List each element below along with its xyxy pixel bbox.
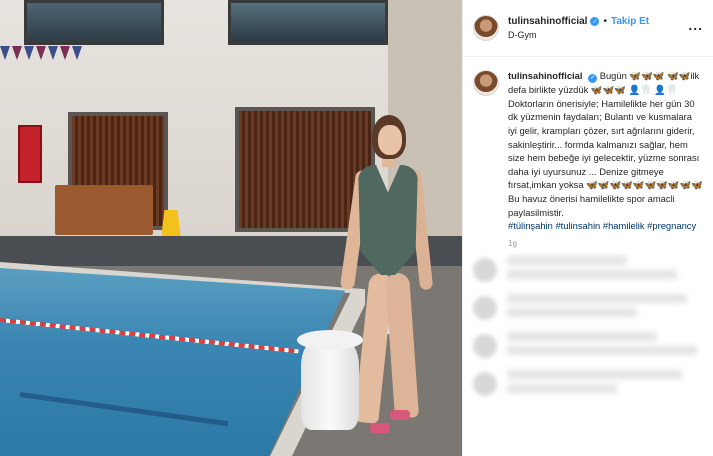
hashtag[interactable]: #tülinşahin [508,220,553,231]
hashtag[interactable]: #tulinsahin [555,220,600,231]
wooden-bench [55,185,153,235]
caption-text: Bugün 🦋🦋🦋 🦋🦋ilk defa birlikte yüzdük 🦋🦋🦋… [508,70,703,218]
white-stool [301,338,359,430]
hashtag-list: #tülinşahin #tulinsahin #hamilelik #preg… [508,219,703,233]
location-link[interactable]: D-Gym [508,30,649,40]
more-options-icon[interactable]: ... [688,18,703,36]
verified-badge-icon: ✓ [588,74,598,84]
ceiling-window-left [24,0,164,45]
comments-section: tulinsahinofficial ✓ Bugün 🦋🦋🦋 🦋🦋ilk def… [463,57,713,400]
fire-cabinet [18,125,42,183]
username-link[interactable]: tulinsahinofficial [508,16,587,27]
blurred-comment [473,252,703,286]
caption-avatar[interactable] [473,70,499,96]
follow-button[interactable]: Takip Et [611,16,649,27]
caption: tulinsahinofficial ✓ Bugün 🦋🦋🦋 🦋🦋ilk def… [473,69,703,233]
white-stool-top [297,330,363,350]
post-image[interactable] [0,0,462,456]
post-time: 1g [508,238,517,248]
verified-badge-icon: ✓ [590,17,600,26]
ceiling-window-right [228,0,388,45]
blurred-comment [473,290,703,324]
hashtag[interactable]: #hamilelik [603,220,645,231]
blurred-comment [473,328,703,362]
profile-avatar[interactable] [473,15,499,41]
post-sidebar: tulinsahinofficial ✓ • Takip Et D-Gym ..… [462,0,713,456]
flag-bunting [0,46,95,64]
post-header: tulinsahinofficial ✓ • Takip Et D-Gym ..… [463,0,713,57]
separator-dot: • [603,16,607,27]
hashtag[interactable]: #pregnancy [647,220,696,231]
caption-username[interactable]: tulinsahinofficial [508,70,582,81]
blurred-comment [473,366,703,400]
